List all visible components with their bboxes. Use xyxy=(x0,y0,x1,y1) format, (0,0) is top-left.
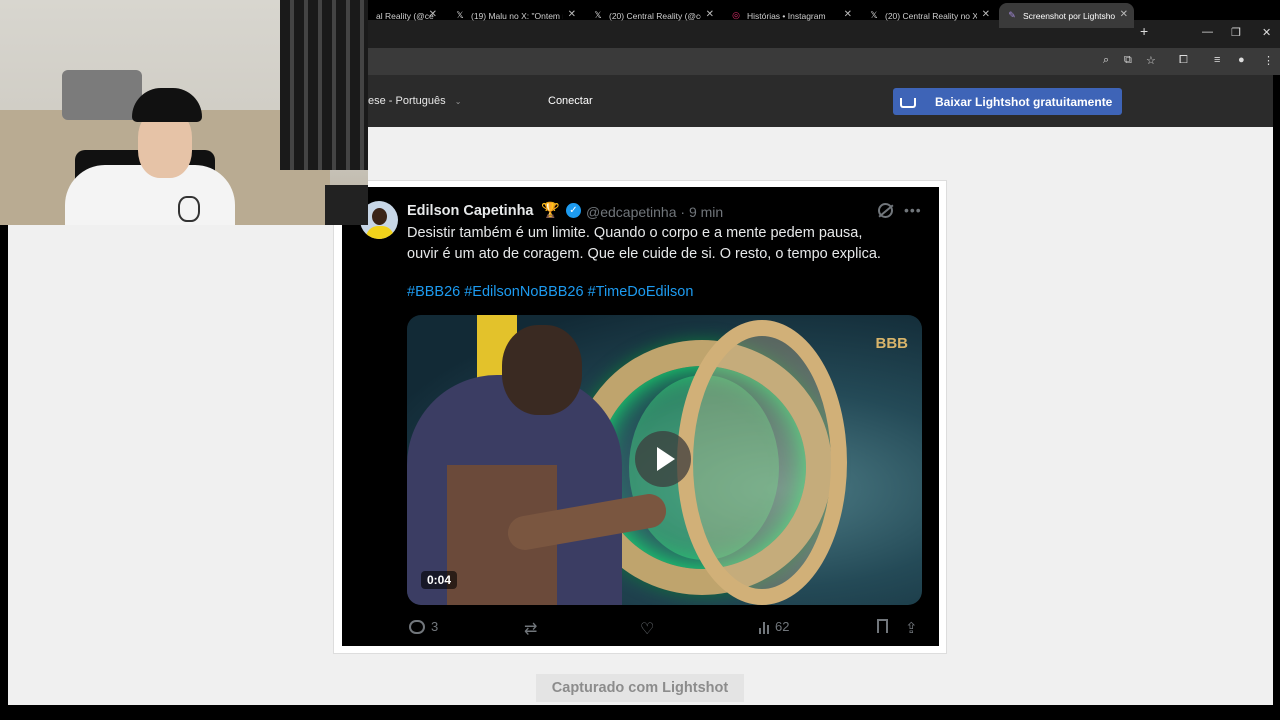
bookmark-button[interactable] xyxy=(877,619,888,633)
close-tab-icon[interactable]: ✕ xyxy=(844,9,852,20)
browser-tab[interactable]: 𝕏 (19) Malu no X: "Ontem n ✕ xyxy=(447,3,582,28)
close-tab-icon[interactable]: ✕ xyxy=(982,9,990,20)
retweet-button[interactable]: ⇄ xyxy=(524,619,537,639)
close-tab-icon[interactable]: ✕ xyxy=(568,9,576,20)
tab-search-icon[interactable]: ≡ xyxy=(1214,54,1220,66)
bbb-logo: BBB xyxy=(875,335,909,352)
extensions-icon[interactable]: ⧠ xyxy=(1179,54,1188,67)
video-scene xyxy=(677,320,847,605)
webcam-scene xyxy=(62,70,142,120)
more-options-icon[interactable]: ••• xyxy=(904,202,922,218)
verified-icon: ✓ xyxy=(566,203,581,218)
tweet-video[interactable]: BBB 0:04 xyxy=(407,315,922,605)
lightshot-feather-icon: ✎ xyxy=(1008,10,1016,20)
chevron-down-icon: ⌄ xyxy=(454,97,462,106)
reply-icon xyxy=(409,619,425,634)
webcam-scene xyxy=(132,88,202,122)
minimize-icon[interactable]: — xyxy=(1202,26,1213,38)
close-window-icon[interactable]: ✕ xyxy=(1262,26,1271,39)
new-tab-button[interactable]: + xyxy=(1140,23,1148,39)
profile-icon[interactable]: ● xyxy=(1238,54,1245,66)
tab-title: al Reality (@ce xyxy=(376,10,434,21)
menu-icon[interactable]: ⋮ xyxy=(1263,54,1274,67)
views-count: 62 xyxy=(775,619,790,634)
browser-tab[interactable]: 𝕏 (20) Central Reality (@ce ✕ xyxy=(585,3,720,28)
instagram-icon: ◎ xyxy=(732,10,740,20)
video-scene xyxy=(502,325,582,415)
tweet-text-line: Desistir também é um limite. Quando o co… xyxy=(407,225,863,241)
browser-tab-active[interactable]: ✎ Screenshot por Lightshot ✕ xyxy=(999,3,1134,28)
webcam-overlay xyxy=(0,0,368,225)
tab-title: (19) Malu no X: "Ontem n xyxy=(471,10,563,21)
connect-link[interactable]: Conectar xyxy=(548,95,593,107)
video-duration: 0:04 xyxy=(421,571,458,589)
views-button[interactable]: 62 xyxy=(759,619,789,634)
share-button[interactable]: ⇪ xyxy=(905,619,918,637)
share-icon: ⇪ xyxy=(905,620,918,637)
webcam-scene xyxy=(325,185,368,225)
zoom-icon[interactable]: ⌕ xyxy=(1103,54,1109,67)
bookmark-star-icon[interactable]: ☆ xyxy=(1146,54,1156,67)
close-tab-icon[interactable]: ✕ xyxy=(1120,9,1128,20)
tab-title: Screenshot por Lightshot xyxy=(1023,10,1115,21)
like-button[interactable]: ♡ xyxy=(640,619,654,639)
heart-icon: ♡ xyxy=(640,621,655,638)
grok-icon[interactable] xyxy=(878,203,893,218)
tab-title: (20) Central Reality (@ce xyxy=(609,10,701,21)
browser-tab[interactable]: al Reality (@ce ✕ xyxy=(368,3,443,28)
tweet-hashtags[interactable]: #BBB26 #EdilsonNoBBB26 #TimeDoEdilson xyxy=(407,284,693,300)
tab-title: (20) Central Reality no X: xyxy=(885,10,977,21)
download-button-label: Baixar Lightshot gratuitamente xyxy=(935,94,1113,109)
captured-with-lightshot-label: Capturado com Lightshot xyxy=(536,674,744,702)
play-icon[interactable] xyxy=(635,431,691,487)
close-tab-icon[interactable]: ✕ xyxy=(429,9,437,20)
screen: al Reality (@ce ✕ 𝕏 (19) Malu no X: "Ont… xyxy=(0,0,1280,720)
tab-title: Histórias • Instagram xyxy=(747,10,826,21)
webcam-scene xyxy=(280,0,368,170)
tweet-text-line: ouvir é um ato de coragem. Que ele cuide… xyxy=(407,246,881,262)
reply-button[interactable]: 3 xyxy=(409,619,438,634)
trophy-icon: 🏆 xyxy=(541,202,560,219)
x-logo-icon: 𝕏 xyxy=(594,10,602,20)
download-lightshot-button[interactable]: Baixar Lightshot gratuitamente xyxy=(893,88,1122,115)
restore-icon[interactable]: ❐ xyxy=(1231,26,1241,39)
bookmark-icon xyxy=(877,619,888,633)
close-tab-icon[interactable]: ✕ xyxy=(706,9,714,20)
language-label: ese - Português xyxy=(368,95,446,107)
x-logo-icon: 𝕏 xyxy=(456,10,464,20)
download-cloud-icon xyxy=(893,96,923,108)
retweet-icon: ⇄ xyxy=(524,621,538,638)
language-selector[interactable]: ese - Português ⌄ xyxy=(368,95,461,107)
x-logo-icon: 𝕏 xyxy=(870,10,878,20)
views-icon xyxy=(759,620,769,634)
install-app-icon[interactable]: ⧉ xyxy=(1124,54,1132,67)
browser-tab[interactable]: ◎ Histórias • Instagram ✕ xyxy=(723,3,858,28)
author-handle-time[interactable]: @edcapetinha · 9 min xyxy=(586,204,723,220)
webcam-scene xyxy=(178,196,200,222)
reply-count: 3 xyxy=(431,619,439,634)
browser-tab[interactable]: 𝕏 (20) Central Reality no X: ✕ xyxy=(861,3,996,28)
author-name[interactable]: Edilson Capetinha xyxy=(407,203,534,219)
